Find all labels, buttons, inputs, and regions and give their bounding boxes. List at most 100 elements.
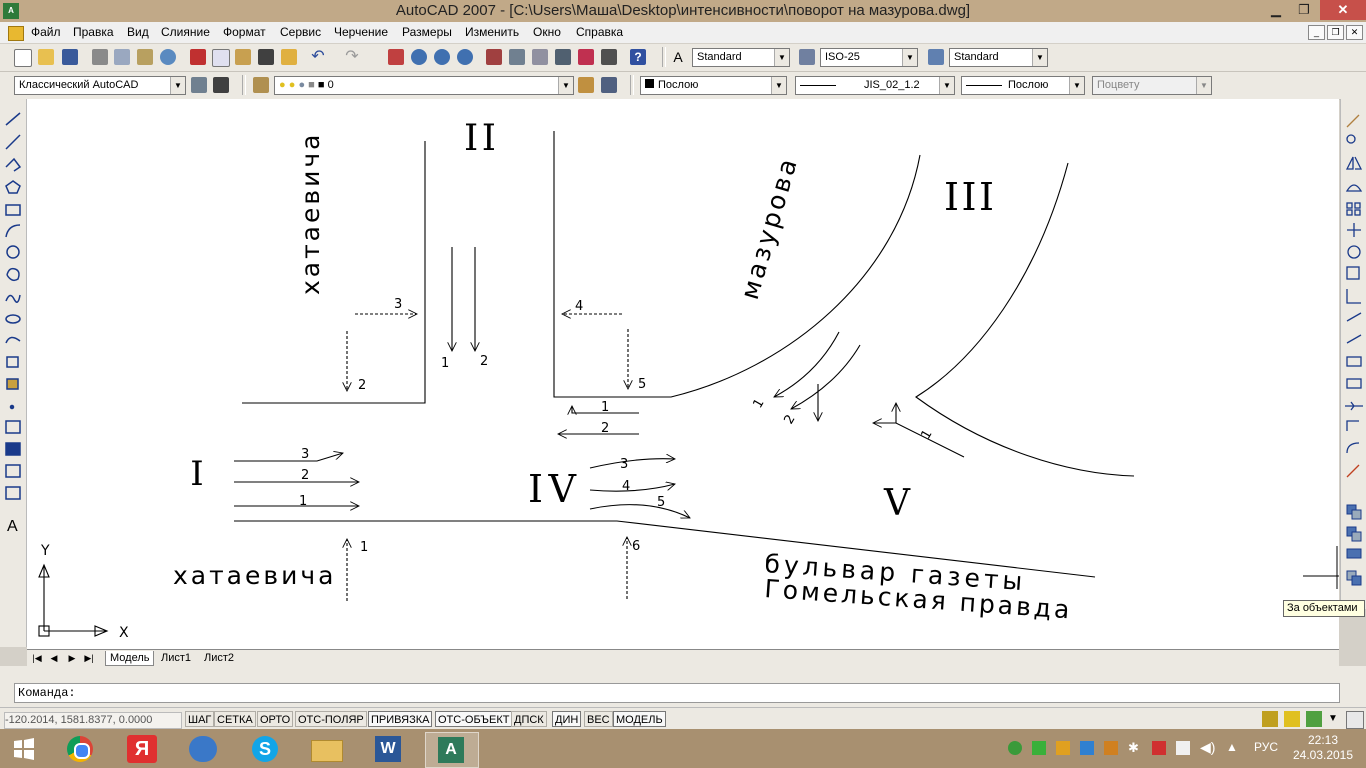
security-tray-icon[interactable] xyxy=(1008,741,1022,755)
file-explorer-icon[interactable] xyxy=(301,732,353,766)
tab-sheet1[interactable]: Лист1 xyxy=(157,651,195,665)
make-current-layer-icon[interactable] xyxy=(578,77,594,93)
snap-toggle[interactable]: ШАГ xyxy=(185,711,215,727)
brush-icon[interactable] xyxy=(281,49,297,65)
calculator-icon[interactable] xyxy=(601,49,617,65)
help-icon[interactable]: ? xyxy=(630,49,646,65)
communication-center-icon[interactable] xyxy=(1262,711,1278,727)
layer-manager-icon[interactable] xyxy=(253,77,269,93)
document-icon[interactable] xyxy=(8,26,24,41)
start-button[interactable] xyxy=(2,732,54,766)
text-style-icon[interactable]: A xyxy=(670,49,686,65)
menu-draw[interactable]: Черчение xyxy=(334,25,388,39)
pan-icon[interactable] xyxy=(388,49,404,65)
close-button[interactable]: ✕ xyxy=(1320,0,1366,20)
blocked-tray-icon[interactable] xyxy=(1152,741,1166,755)
dyn-toggle[interactable]: ДИН xyxy=(552,711,582,727)
audio-app-icon[interactable] xyxy=(178,732,230,766)
speaker-app-tray-icon[interactable] xyxy=(1104,741,1118,755)
zoom-previous-icon[interactable] xyxy=(457,49,473,65)
menu-window[interactable]: Окно xyxy=(533,25,561,39)
status-tray-icon[interactable] xyxy=(1306,711,1322,727)
dim-style-icon[interactable] xyxy=(799,49,815,65)
toolbar-lock-icon[interactable] xyxy=(1284,711,1300,727)
autocad-icon[interactable]: A xyxy=(425,732,479,768)
tool-palettes-icon[interactable] xyxy=(532,49,548,65)
menu-merge[interactable]: Слияние xyxy=(161,25,210,39)
text-style-select[interactable]: Standard ▼ xyxy=(692,48,790,67)
matchprop-icon[interactable] xyxy=(258,49,274,65)
paste-icon[interactable] xyxy=(235,49,251,65)
table-style-icon[interactable] xyxy=(928,49,944,65)
tab-sheet2[interactable]: Лист2 xyxy=(200,651,238,665)
coordinates-readout[interactable]: -120.2014, 1581.8377, 0.0000 xyxy=(4,712,182,729)
menu-view[interactable]: Вид xyxy=(127,25,149,39)
linetype-select[interactable]: JIS_02_1.2 ▼ xyxy=(795,76,955,95)
zoom-realtime-icon[interactable] xyxy=(411,49,427,65)
zoom-window-icon[interactable] xyxy=(434,49,450,65)
next-tab-button[interactable]: ▶ xyxy=(65,652,79,664)
model-toggle[interactable]: МОДЕЛЬ xyxy=(613,711,666,727)
menu-tools[interactable]: Сервис xyxy=(280,25,321,39)
save-icon[interactable] xyxy=(62,49,78,65)
doc-restore-button[interactable]: ❐ xyxy=(1327,25,1344,40)
print-icon[interactable] xyxy=(92,49,108,65)
language-indicator[interactable]: РУС xyxy=(1254,740,1278,754)
sheet-set-icon[interactable] xyxy=(555,49,571,65)
bluetooth-icon[interactable]: ✱ xyxy=(1128,740,1139,756)
title-bar[interactable]: A AutoCAD 2007 - [C:\Users\Маша\Desktop\… xyxy=(0,0,1366,22)
network-icon[interactable]: ▲ xyxy=(1226,740,1238,754)
menu-dimension[interactable]: Размеры xyxy=(402,25,452,39)
design-center-icon[interactable] xyxy=(509,49,525,65)
plot-preview-icon[interactable] xyxy=(114,49,130,65)
drawing-svg[interactable]: II III I IV V хатаевича мазурова хатаеви… xyxy=(27,99,1339,649)
otrack-toggle[interactable]: ОТС-ОБЪЕКТ xyxy=(435,711,513,727)
restore-button[interactable]: ❐ xyxy=(1290,0,1318,20)
redo-icon[interactable]: ↷ xyxy=(344,49,360,65)
drawing-canvas[interactable]: II III I IV V хатаевича мазурова хатаеви… xyxy=(27,99,1339,649)
tab-model[interactable]: Модель xyxy=(105,651,155,666)
open-icon[interactable] xyxy=(38,49,54,65)
polar-toggle[interactable]: ОТС-ПОЛЯР xyxy=(295,711,367,727)
menu-help[interactable]: Справка xyxy=(576,25,623,39)
skype-icon[interactable]: S xyxy=(240,732,292,766)
web-icon[interactable] xyxy=(160,49,176,65)
workspace-select[interactable]: Классический AutoCAD ▼ xyxy=(14,76,186,95)
lineweight-select[interactable]: Послою ▼ xyxy=(961,76,1085,95)
chrome-icon[interactable] xyxy=(55,732,107,766)
doc-close-button[interactable]: ✕ xyxy=(1346,25,1363,40)
osnap-toggle[interactable]: ПРИВЯЗКА xyxy=(368,711,433,727)
lwt-toggle[interactable]: ВЕС xyxy=(584,711,613,727)
yandex-browser-icon[interactable]: Я xyxy=(117,732,169,766)
clean-screen-icon[interactable] xyxy=(1346,711,1364,729)
ducs-toggle[interactable]: ДПСК xyxy=(511,711,547,727)
last-tab-button[interactable]: ▶| xyxy=(82,652,96,664)
undo-icon[interactable]: ↶ xyxy=(310,49,326,65)
menu-format[interactable]: Формат xyxy=(223,25,266,39)
first-tab-button[interactable]: |◀ xyxy=(30,652,44,664)
color-select[interactable]: Послою ▼ xyxy=(640,76,787,95)
battery-icon[interactable] xyxy=(1176,741,1190,755)
layer-previous-icon[interactable] xyxy=(601,77,617,93)
copy-icon[interactable] xyxy=(212,49,230,67)
cut-icon[interactable] xyxy=(190,49,206,65)
doc-minimize-button[interactable]: _ xyxy=(1308,25,1325,40)
workspace-save-icon[interactable] xyxy=(213,77,229,93)
new-icon[interactable] xyxy=(14,49,32,67)
network-tray-icon[interactable] xyxy=(1080,741,1094,755)
warning-tray-icon[interactable] xyxy=(1056,741,1070,755)
layer-select[interactable]: ● ● ● ■ ■ 0 ▼ xyxy=(274,76,574,95)
dim-style-select[interactable]: ISO-25 ▼ xyxy=(820,48,918,67)
word-icon[interactable]: W xyxy=(363,732,415,766)
table-style-select[interactable]: Standard ▼ xyxy=(949,48,1048,67)
workspace-settings-icon[interactable] xyxy=(191,77,207,93)
update-tray-icon[interactable] xyxy=(1032,741,1046,755)
command-line-input[interactable]: Команда: xyxy=(14,683,1340,703)
publish-icon[interactable] xyxy=(137,49,153,65)
properties-icon[interactable] xyxy=(486,49,502,65)
menu-modify[interactable]: Изменить xyxy=(465,25,519,39)
volume-icon[interactable]: ◀) xyxy=(1200,739,1215,756)
minimize-button[interactable]: ▁ xyxy=(1262,0,1290,20)
status-menu-arrow-icon[interactable]: ▼ xyxy=(1328,713,1338,724)
markup-icon[interactable] xyxy=(578,49,594,65)
